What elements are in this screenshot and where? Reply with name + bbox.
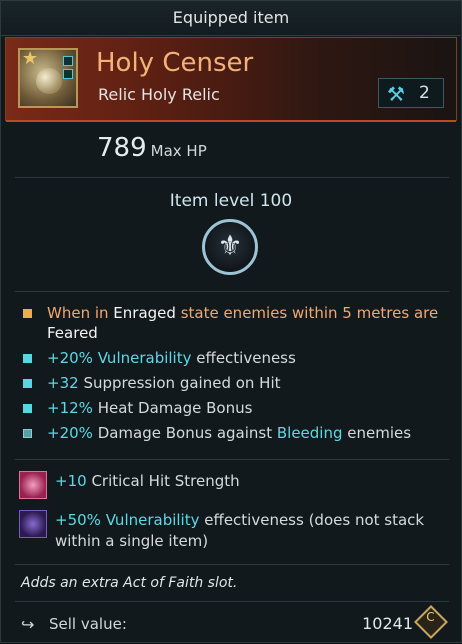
sell-value: 10241 xyxy=(362,614,413,633)
divider xyxy=(15,564,449,565)
bullet-icon xyxy=(23,309,32,318)
tooltip-title: Equipped item xyxy=(1,1,461,36)
modifier-vulnerability: +20% Vulnerability effectiveness xyxy=(23,348,443,368)
hammer-icon: ⚒ xyxy=(387,82,405,106)
relic-socket-icon xyxy=(19,510,47,538)
sell-arrow-icon: ↪ xyxy=(21,615,35,634)
primary-stat: 789 Max HP xyxy=(97,133,207,163)
modifier-enraged: When in Enraged state enemies within 5 m… xyxy=(23,303,443,343)
currency-coin-icon: C xyxy=(414,605,448,639)
tooltip-footer: ↪ Sell value: 10241 C xyxy=(1,601,461,644)
item-tooltip-panel: Equipped item ★ Holy Censer Relic Holy R… xyxy=(0,0,462,643)
forge-count-badge: ⚒ 2 xyxy=(378,78,444,108)
critical-strike-icon xyxy=(19,471,47,499)
censer-orb xyxy=(36,68,62,94)
item-name: Holy Censer xyxy=(96,48,254,78)
bullet-icon xyxy=(23,379,32,388)
stat-value: 789 xyxy=(97,133,147,163)
modifier-suppression: +32 Suppression gained on Hit xyxy=(23,373,443,393)
bullet-icon xyxy=(23,429,32,438)
fleur-de-lis-icon: ⚜ xyxy=(202,219,258,275)
holy-censer-icon: ★ xyxy=(18,48,78,108)
bonus-critical: +10 Critical Hit Strength xyxy=(19,471,449,499)
star-icon: ★ xyxy=(22,48,39,69)
item-level: Item level 100 xyxy=(169,191,293,211)
modifier-list: When in Enraged state enemies within 5 m… xyxy=(23,303,443,448)
modifier-heat-damage: +12% Heat Damage Bonus xyxy=(23,398,443,418)
item-header: ★ Holy Censer Relic Holy Relic ⚒ 2 xyxy=(5,37,457,122)
bonus-vulnerability: +50% Vulnerability effectiveness (does n… xyxy=(19,510,449,552)
modifier-bleeding: +20% Damage Bonus against Bleeding enemi… xyxy=(23,423,443,443)
bullet-icon xyxy=(23,404,32,413)
sell-label: Sell value: xyxy=(49,615,127,633)
item-description: Adds an extra Act of Faith slot. xyxy=(21,575,238,591)
item-type: Relic Holy Relic xyxy=(98,85,220,104)
divider xyxy=(15,459,449,460)
bullet-icon xyxy=(23,354,32,363)
socket-indicator xyxy=(63,56,73,82)
stat-label: Max HP xyxy=(150,142,207,160)
divider xyxy=(15,177,449,178)
forge-count: 2 xyxy=(419,83,430,103)
divider xyxy=(15,291,449,292)
